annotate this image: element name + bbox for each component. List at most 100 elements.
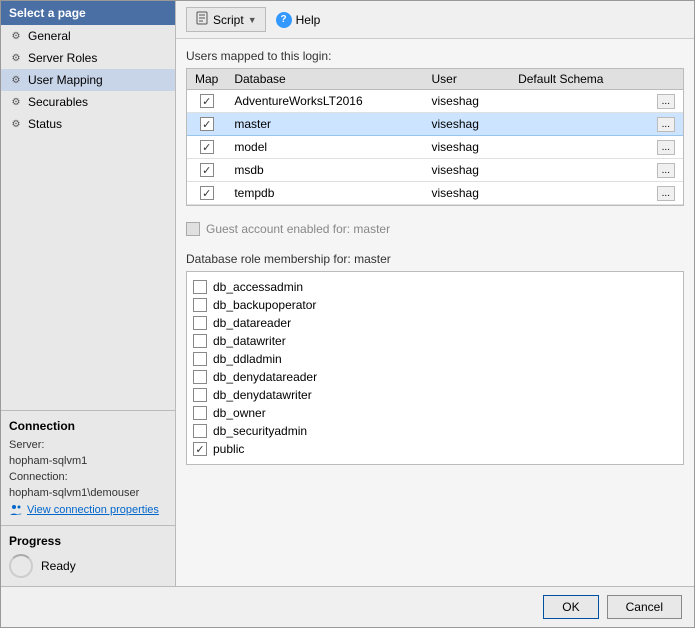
row-user: viseshag bbox=[424, 159, 511, 182]
list-item[interactable]: db_owner bbox=[193, 404, 677, 422]
row-checkbox[interactable] bbox=[187, 182, 226, 205]
row-dots-btn[interactable]: ... bbox=[649, 90, 683, 113]
role-checkbox[interactable] bbox=[193, 406, 207, 420]
role-checkbox[interactable] bbox=[193, 442, 207, 456]
table-row[interactable]: AdventureWorksLT2016 viseshag ... bbox=[187, 90, 683, 113]
col-header-database: Database bbox=[226, 69, 423, 90]
row-checkbox[interactable] bbox=[187, 113, 226, 136]
row-schema bbox=[510, 90, 649, 113]
table-row[interactable]: tempdb viseshag ... bbox=[187, 182, 683, 205]
toolbar: Script ▼ ? Help bbox=[176, 1, 694, 39]
row-user: viseshag bbox=[424, 136, 511, 159]
list-item[interactable]: db_datawriter bbox=[193, 332, 677, 350]
role-label: db_denydatawriter bbox=[213, 388, 312, 402]
role-checkbox[interactable] bbox=[193, 298, 207, 312]
right-panel: Script ▼ ? Help Users mapped to this log… bbox=[176, 1, 694, 586]
list-item[interactable]: public bbox=[193, 440, 677, 458]
list-item[interactable]: db_backupoperator bbox=[193, 296, 677, 314]
guest-account-row: Guest account enabled for: master bbox=[186, 216, 684, 242]
gear-icon: ⚙ bbox=[9, 117, 23, 131]
list-item[interactable]: db_accessadmin bbox=[193, 278, 677, 296]
role-checkbox[interactable] bbox=[193, 352, 207, 366]
sidebar-item-status[interactable]: ⚙ Status bbox=[1, 113, 175, 135]
server-value: hopham-sqlvm1 bbox=[9, 455, 167, 467]
row-dots-btn[interactable]: ... bbox=[649, 159, 683, 182]
people-icon bbox=[9, 503, 23, 517]
row-dots-btn[interactable]: ... bbox=[649, 182, 683, 205]
sidebar-item-general[interactable]: ⚙ General bbox=[1, 25, 175, 47]
list-item[interactable]: db_denydatawriter bbox=[193, 386, 677, 404]
gear-icon: ⚙ bbox=[9, 95, 23, 109]
table-row[interactable]: master viseshag ... bbox=[187, 113, 683, 136]
row-database: model bbox=[226, 136, 423, 159]
progress-title: Progress bbox=[9, 534, 167, 548]
help-button[interactable]: ? Help bbox=[276, 12, 321, 28]
row-checkbox[interactable] bbox=[187, 136, 226, 159]
role-label: public bbox=[213, 442, 244, 456]
role-checkbox[interactable] bbox=[193, 388, 207, 402]
col-header-dots bbox=[649, 69, 683, 90]
main-content: Users mapped to this login: Map Database bbox=[176, 39, 694, 586]
chevron-down-icon: ▼ bbox=[248, 15, 257, 25]
row-database: msdb bbox=[226, 159, 423, 182]
role-label: db_denydatareader bbox=[213, 370, 317, 384]
row-checkbox[interactable] bbox=[187, 90, 226, 113]
role-checkbox[interactable] bbox=[193, 334, 207, 348]
connection-title: Connection bbox=[9, 419, 167, 433]
row-dots-btn[interactable]: ... bbox=[649, 113, 683, 136]
sidebar-item-securables[interactable]: ⚙ Securables bbox=[1, 91, 175, 113]
view-connection-properties-link[interactable]: View connection properties bbox=[9, 503, 167, 517]
sidebar-item-server-roles[interactable]: ⚙ Server Roles bbox=[1, 47, 175, 69]
bottom-bar: OK Cancel bbox=[1, 586, 694, 627]
guest-account-label: Guest account enabled for: master bbox=[206, 222, 390, 236]
ok-button[interactable]: OK bbox=[543, 595, 598, 619]
row-checkbox[interactable] bbox=[187, 159, 226, 182]
left-panel: Select a page ⚙ General ⚙ Server Roles ⚙… bbox=[1, 1, 176, 586]
role-checkbox[interactable] bbox=[193, 280, 207, 294]
progress-status: Ready bbox=[41, 559, 76, 573]
role-label: db_accessadmin bbox=[213, 280, 303, 294]
row-schema bbox=[510, 136, 649, 159]
guest-account-checkbox[interactable] bbox=[186, 222, 200, 236]
mapping-title: Users mapped to this login: bbox=[186, 49, 684, 63]
col-header-user: User bbox=[424, 69, 511, 90]
role-membership-title: Database role membership for: master bbox=[186, 252, 684, 266]
spinner-icon bbox=[9, 554, 33, 578]
role-membership-list: db_accessadmin db_backupoperator db_data… bbox=[186, 271, 684, 465]
list-item[interactable]: db_securityadmin bbox=[193, 422, 677, 440]
role-label: db_securityadmin bbox=[213, 424, 307, 438]
user-mapping-table: Map Database User Default bbox=[186, 68, 684, 206]
role-checkbox[interactable] bbox=[193, 424, 207, 438]
list-item[interactable]: db_denydatareader bbox=[193, 368, 677, 386]
role-membership-section: Database role membership for: master db_… bbox=[186, 252, 684, 465]
row-dots-btn[interactable]: ... bbox=[649, 136, 683, 159]
role-checkbox[interactable] bbox=[193, 370, 207, 384]
script-button[interactable]: Script ▼ bbox=[186, 7, 266, 32]
script-icon bbox=[195, 11, 209, 28]
row-database: AdventureWorksLT2016 bbox=[226, 90, 423, 113]
sidebar-item-user-mapping[interactable]: ⚙ User Mapping bbox=[1, 69, 175, 91]
mapping-section: Users mapped to this login: Map Database bbox=[186, 49, 684, 206]
progress-content: Ready bbox=[9, 554, 167, 578]
list-item[interactable]: db_ddladmin bbox=[193, 350, 677, 368]
col-header-schema: Default Schema bbox=[510, 69, 649, 90]
server-label: Server: bbox=[9, 439, 167, 451]
row-user: viseshag bbox=[424, 113, 511, 136]
table-row[interactable]: model viseshag ... bbox=[187, 136, 683, 159]
role-checkbox[interactable] bbox=[193, 316, 207, 330]
row-user: viseshag bbox=[424, 182, 511, 205]
role-label: db_ddladmin bbox=[213, 352, 282, 366]
row-schema bbox=[510, 159, 649, 182]
cancel-button[interactable]: Cancel bbox=[607, 595, 682, 619]
list-item[interactable]: db_datareader bbox=[193, 314, 677, 332]
table-row[interactable]: msdb viseshag ... bbox=[187, 159, 683, 182]
gear-icon: ⚙ bbox=[9, 73, 23, 87]
connection-label: Connection: bbox=[9, 471, 167, 483]
connection-section: Connection Server: hopham-sqlvm1 Connect… bbox=[1, 410, 175, 525]
gear-icon: ⚙ bbox=[9, 51, 23, 65]
row-database: tempdb bbox=[226, 182, 423, 205]
help-icon: ? bbox=[276, 12, 292, 28]
dialog-body: Select a page ⚙ General ⚙ Server Roles ⚙… bbox=[1, 1, 694, 586]
dialog: Select a page ⚙ General ⚙ Server Roles ⚙… bbox=[0, 0, 695, 628]
row-schema bbox=[510, 182, 649, 205]
